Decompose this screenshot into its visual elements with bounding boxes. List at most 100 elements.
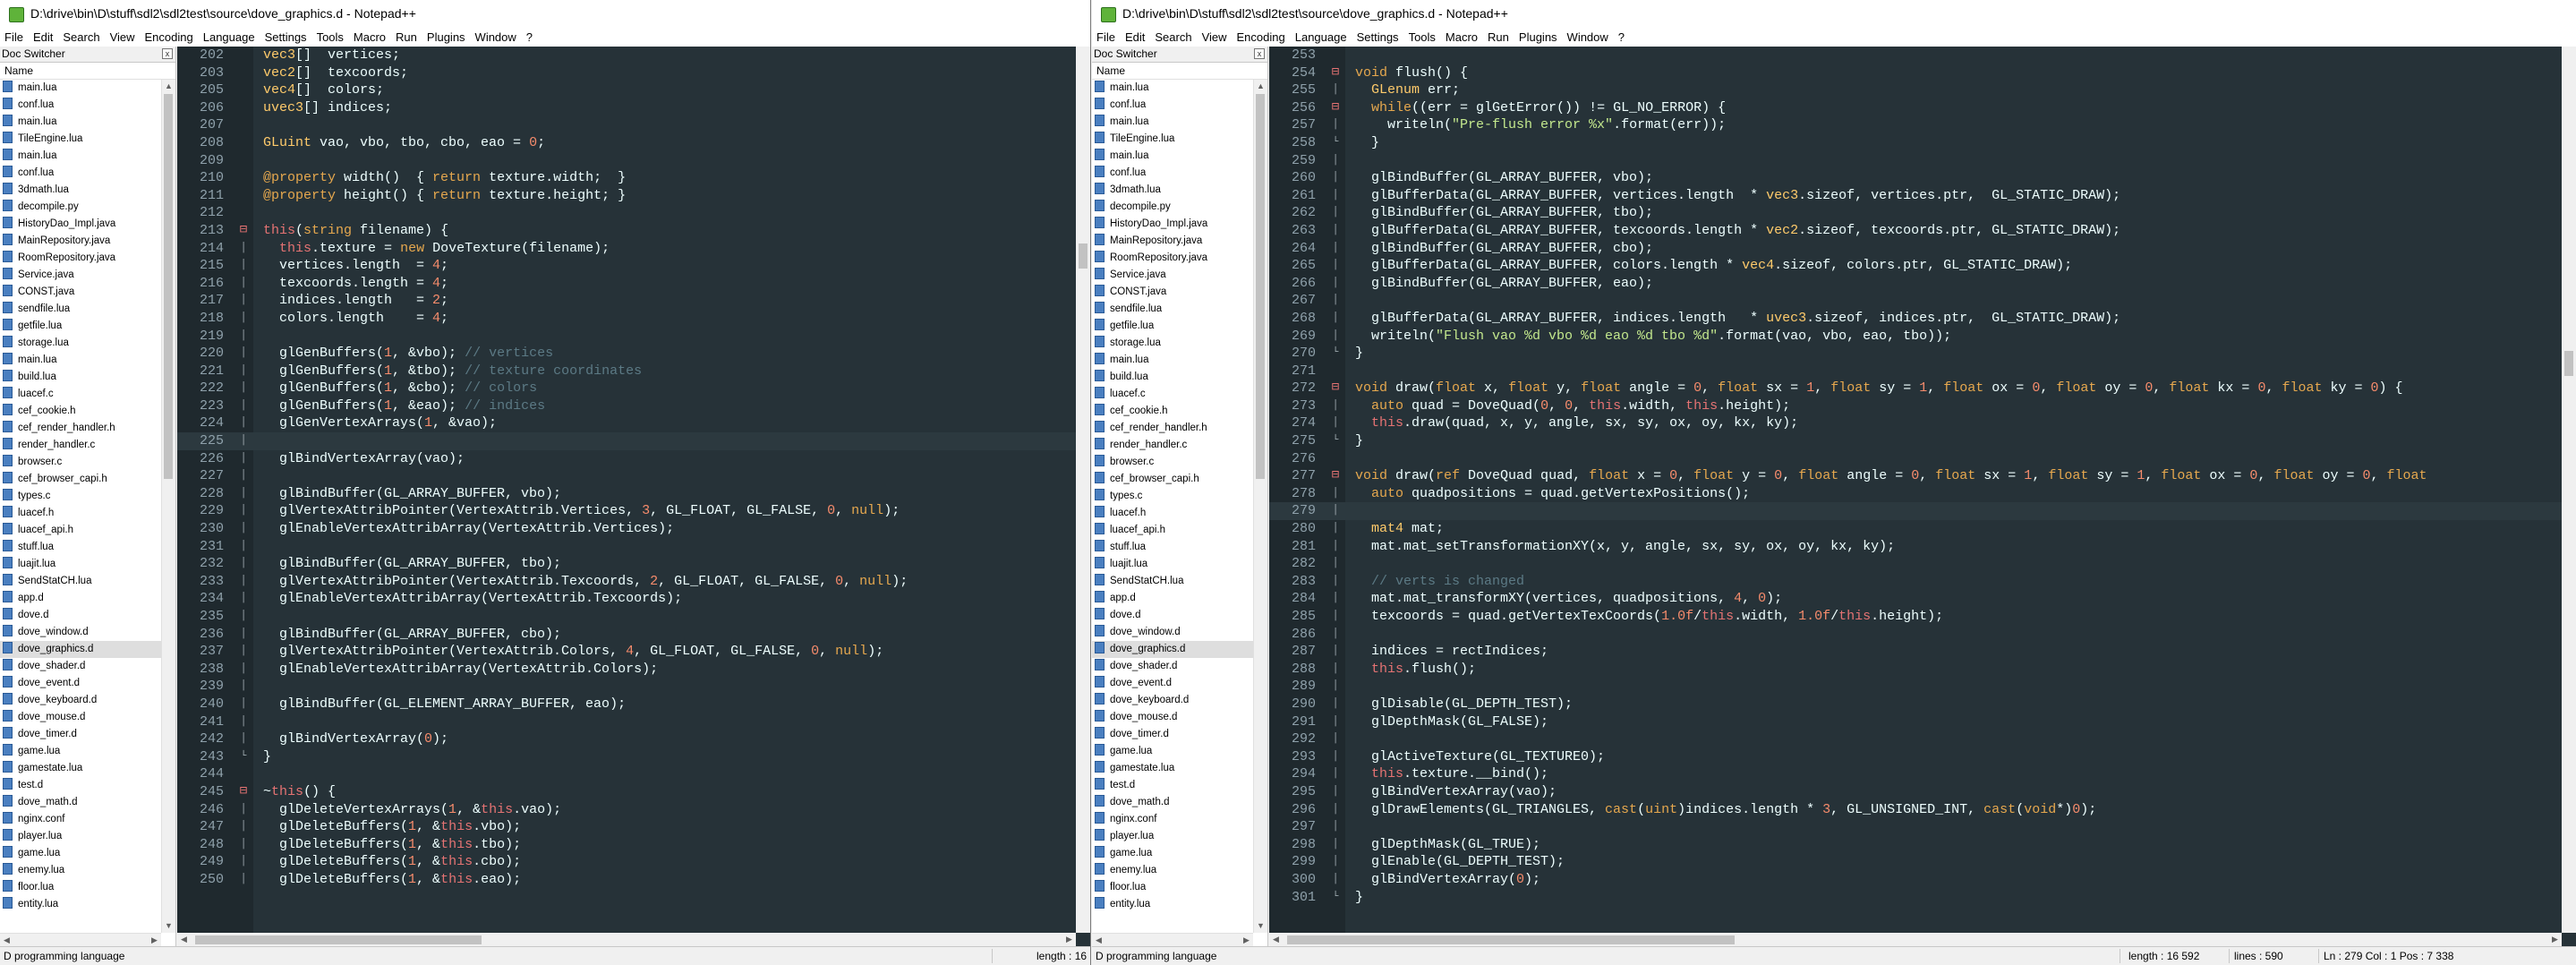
scroll-right-icon[interactable]: ▶ (148, 934, 161, 947)
doc-item[interactable]: luacef_api.h (0, 522, 161, 539)
code-editor[interactable]: 253 254 ⊟ void flush() {255 │ GLenum err; 256… (1269, 47, 2576, 947)
doc-item[interactable]: 3dmath.lua (1092, 182, 1253, 199)
fold-marker-icon[interactable]: ⊟ (236, 783, 251, 801)
code-editor[interactable]: 202 vec3[] vertices; 203 vec2[] texcoords; 2… (177, 47, 1090, 947)
menu-language[interactable]: Language (1291, 29, 1352, 47)
doc-list-horizontal-scrollbar[interactable]: ◀ ▶ (0, 933, 161, 947)
doc-item[interactable]: TileEngine.lua (1092, 131, 1253, 148)
doc-item[interactable]: cef_cookie.h (0, 403, 161, 420)
menu-macro[interactable]: Macro (1441, 29, 1483, 47)
scroll-left-icon[interactable]: ◀ (1269, 933, 1283, 946)
doc-item[interactable]: player.lua (1092, 828, 1253, 845)
doc-item[interactable]: dove_math.d (0, 794, 161, 811)
doc-item[interactable]: main.lua (0, 80, 161, 97)
doc-item[interactable]: luacef.h (1092, 505, 1253, 522)
scroll-down-icon[interactable]: ▼ (162, 919, 175, 933)
doc-item[interactable]: dove_window.d (0, 624, 161, 641)
doc-item[interactable]: storage.lua (1092, 335, 1253, 352)
scrollbar-thumb[interactable] (1256, 94, 1265, 479)
doc-item[interactable]: player.lua (0, 828, 161, 845)
doc-item[interactable]: main.lua (0, 352, 161, 369)
doc-item[interactable]: game.lua (1092, 845, 1253, 862)
doc-item[interactable]: game.lua (0, 743, 161, 760)
close-icon[interactable]: x (162, 48, 173, 59)
doc-item[interactable]: dove_keyboard.d (1092, 692, 1253, 709)
doc-item[interactable]: conf.lua (1092, 97, 1253, 114)
editor-vertical-scrollbar[interactable] (1076, 47, 1090, 933)
menu-window[interactable]: Window (471, 29, 522, 47)
doc-item[interactable]: entity.lua (1092, 896, 1253, 913)
menu-encoding[interactable]: Encoding (141, 29, 199, 47)
doc-item[interactable]: main.lua (1092, 352, 1253, 369)
doc-item[interactable]: browser.c (1092, 454, 1253, 471)
fold-marker-icon[interactable]: ⊟ (1328, 467, 1343, 485)
doc-item[interactable]: luacef.c (0, 386, 161, 403)
menu-edit[interactable]: Edit (1121, 29, 1150, 47)
doc-item[interactable]: enemy.lua (1092, 862, 1253, 879)
menu-plugins[interactable]: Plugins (422, 29, 471, 47)
doc-item[interactable]: dove.d (0, 607, 161, 624)
doc-item[interactable]: decompile.py (1092, 199, 1253, 216)
menu-help[interactable]: ? (522, 29, 538, 47)
doc-item[interactable]: gamestate.lua (0, 760, 161, 777)
doc-item[interactable]: types.c (0, 488, 161, 505)
doc-item[interactable]: dove_mouse.d (0, 709, 161, 726)
doc-item[interactable]: conf.lua (1092, 165, 1253, 182)
doc-item[interactable]: 3dmath.lua (0, 182, 161, 199)
fold-marker-icon[interactable]: ⊟ (1328, 64, 1343, 82)
menu-language[interactable]: Language (199, 29, 260, 47)
close-icon[interactable]: x (1254, 48, 1265, 59)
doc-item[interactable]: main.lua (1092, 114, 1253, 131)
doc-item[interactable]: CONST.java (0, 284, 161, 301)
doc-item[interactable]: app.d (0, 590, 161, 607)
menu-settings[interactable]: Settings (1352, 29, 1404, 47)
doc-item[interactable]: game.lua (0, 845, 161, 862)
doc-item[interactable]: dove_keyboard.d (0, 692, 161, 709)
doc-item[interactable]: cef_render_handler.h (0, 420, 161, 437)
doc-item[interactable]: browser.c (0, 454, 161, 471)
scrollbar-thumb[interactable] (1079, 243, 1088, 269)
doc-item[interactable]: dove_mouse.d (1092, 709, 1253, 726)
doc-item[interactable]: RoomRepository.java (0, 250, 161, 267)
doc-item[interactable]: HistoryDao_Impl.java (0, 216, 161, 233)
menu-settings[interactable]: Settings (260, 29, 312, 47)
scroll-left-icon[interactable]: ◀ (0, 934, 13, 947)
menu-macro[interactable]: Macro (349, 29, 391, 47)
editor-horizontal-scrollbar[interactable]: ◀ ▶ (1269, 933, 2562, 947)
doc-item[interactable]: main.lua (0, 148, 161, 165)
doc-list-horizontal-scrollbar[interactable]: ◀ ▶ (1092, 933, 1253, 947)
doc-item[interactable]: HistoryDao_Impl.java (1092, 216, 1253, 233)
scroll-right-icon[interactable]: ▶ (1062, 933, 1076, 946)
editor-vertical-scrollbar[interactable] (2562, 47, 2576, 933)
doc-item[interactable]: luacef_api.h (1092, 522, 1253, 539)
doc-item[interactable]: getfile.lua (0, 318, 161, 335)
doc-item[interactable]: main.lua (0, 114, 161, 131)
doc-item[interactable]: TileEngine.lua (0, 131, 161, 148)
scroll-right-icon[interactable]: ▶ (1240, 934, 1253, 947)
doc-item[interactable]: dove.d (1092, 607, 1253, 624)
scrollbar-thumb[interactable] (195, 935, 482, 944)
menu-file[interactable]: File (1092, 29, 1121, 47)
doc-item[interactable]: luacef.h (0, 505, 161, 522)
doc-item[interactable]: cef_cookie.h (1092, 403, 1253, 420)
menu-search[interactable]: Search (58, 29, 105, 47)
doc-item[interactable]: gamestate.lua (1092, 760, 1253, 777)
menu-plugins[interactable]: Plugins (1514, 29, 1563, 47)
doc-item[interactable]: nginx.conf (1092, 811, 1253, 828)
menu-window[interactable]: Window (1563, 29, 1614, 47)
doc-item[interactable]: render_handler.c (0, 437, 161, 454)
doc-item[interactable]: cef_browser_capi.h (1092, 471, 1253, 488)
doc-item[interactable]: floor.lua (1092, 879, 1253, 896)
scroll-left-icon[interactable]: ◀ (177, 933, 191, 946)
menu-tools[interactable]: Tools (312, 29, 349, 47)
fold-marker-icon[interactable]: ⊟ (236, 222, 251, 240)
doc-item[interactable]: sendfile.lua (0, 301, 161, 318)
doc-item[interactable]: sendfile.lua (1092, 301, 1253, 318)
doc-item[interactable]: test.d (1092, 777, 1253, 794)
doc-item[interactable]: game.lua (1092, 743, 1253, 760)
doc-item[interactable]: decompile.py (0, 199, 161, 216)
doc-item[interactable]: getfile.lua (1092, 318, 1253, 335)
doc-item[interactable]: RoomRepository.java (1092, 250, 1253, 267)
menu-tools[interactable]: Tools (1404, 29, 1441, 47)
doc-item[interactable]: MainRepository.java (0, 233, 161, 250)
